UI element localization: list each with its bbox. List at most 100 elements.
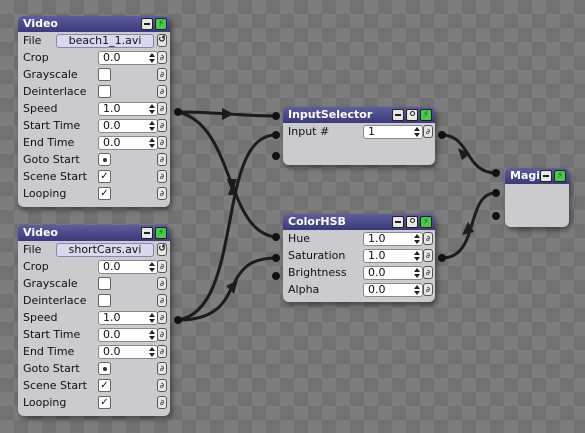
number-field[interactable]: 0.0 bbox=[98, 260, 158, 274]
link-chain-icon[interactable]: ∂ bbox=[157, 170, 167, 183]
node-title-bar[interactable]: Video ⚡ bbox=[18, 225, 170, 241]
port-inputselector-in3 bbox=[272, 152, 280, 160]
link-chain-icon[interactable]: ∂ bbox=[157, 362, 167, 375]
link-chain-icon[interactable]: ∂ bbox=[157, 379, 167, 392]
number-field[interactable]: 1.0 bbox=[363, 232, 423, 246]
link-chain-icon[interactable]: ∂ bbox=[157, 311, 167, 324]
number-value: 0.0 bbox=[103, 328, 121, 341]
minimize-icon[interactable] bbox=[392, 109, 404, 121]
checkbox[interactable]: ✓ bbox=[98, 379, 111, 392]
spinner-icon[interactable] bbox=[149, 137, 155, 149]
port-magic-in2 bbox=[492, 189, 500, 197]
inputselector-node[interactable]: InputSelector ⚡ Input # 1 ∂ bbox=[283, 107, 435, 165]
param-label: Alpha bbox=[288, 283, 320, 296]
spinner-icon[interactable] bbox=[149, 103, 155, 115]
node-title-bar[interactable]: Video ⚡ bbox=[18, 16, 170, 32]
number-value: 1.0 bbox=[368, 249, 386, 262]
param-label: Scene Start bbox=[23, 170, 87, 183]
number-field[interactable]: 0.0 bbox=[98, 345, 158, 359]
power-bolt-icon[interactable]: ⚡ bbox=[155, 18, 167, 30]
minimize-icon[interactable] bbox=[392, 216, 404, 228]
number-field[interactable]: 0.0 bbox=[98, 51, 158, 65]
power-bolt-icon[interactable]: ⚡ bbox=[420, 109, 432, 121]
link-chain-icon[interactable]: ∂ bbox=[157, 85, 167, 98]
input-number-value: 1 bbox=[368, 125, 375, 138]
node-title-bar[interactable]: Magic ⚡ bbox=[505, 168, 569, 184]
number-field[interactable]: 1.0 bbox=[363, 249, 423, 263]
spinner-icon[interactable] bbox=[414, 233, 420, 245]
number-field[interactable]: 0.0 bbox=[98, 328, 158, 342]
arrow-icon bbox=[458, 148, 470, 160]
spinner-icon[interactable] bbox=[149, 346, 155, 358]
param-label: Grayscale bbox=[23, 68, 78, 81]
trigger-button[interactable] bbox=[98, 153, 111, 166]
link-chain-icon[interactable]: ∂ bbox=[157, 51, 167, 64]
link-chain-icon[interactable]: ∂ bbox=[157, 136, 167, 149]
spinner-icon[interactable] bbox=[414, 284, 420, 296]
input-number-field[interactable]: 1 bbox=[363, 125, 423, 139]
link-chain-icon[interactable]: ∂ bbox=[157, 187, 167, 200]
number-field[interactable]: 1.0 bbox=[98, 102, 158, 116]
number-field[interactable]: 0.0 bbox=[98, 136, 158, 150]
spinner-icon[interactable] bbox=[149, 52, 155, 64]
file-selector-field[interactable]: shortCars.avi bbox=[56, 243, 154, 257]
link-chain-icon[interactable]: ∂ bbox=[157, 260, 167, 273]
video-node-2[interactable]: Video ⚡ File shortCars.avi ↺ Crop 0.0 ∂ Graysc… bbox=[18, 225, 170, 416]
refresh-icon[interactable]: ↺ bbox=[157, 243, 167, 256]
spinner-icon[interactable] bbox=[149, 312, 155, 324]
link-chain-icon[interactable]: ∂ bbox=[157, 396, 167, 409]
link-chain-icon[interactable]: ∂ bbox=[157, 294, 167, 307]
spinner-icon[interactable] bbox=[414, 267, 420, 279]
port-colorhsb-bri bbox=[272, 272, 280, 280]
link-chain-icon[interactable]: ∂ bbox=[157, 68, 167, 81]
checkbox[interactable] bbox=[98, 277, 111, 290]
file-selector-field[interactable]: beach1_1.avi bbox=[56, 34, 154, 48]
power-bolt-icon[interactable]: ⚡ bbox=[420, 216, 432, 228]
minimize-icon[interactable] bbox=[540, 170, 552, 182]
minimize-icon[interactable] bbox=[141, 227, 153, 239]
spinner-icon[interactable] bbox=[149, 261, 155, 273]
param-label: Start Time bbox=[23, 119, 81, 132]
power-bolt-icon[interactable]: ⚡ bbox=[155, 227, 167, 239]
number-field[interactable]: 0.0 bbox=[363, 266, 423, 280]
port-inputselector-in2 bbox=[272, 131, 280, 139]
spinner-icon[interactable] bbox=[149, 329, 155, 341]
trigger-button[interactable] bbox=[98, 362, 111, 375]
link-chain-icon[interactable]: ∂ bbox=[157, 102, 167, 115]
colorhsb-node[interactable]: ColorHSB ⚡ Hue 1.0 ∂ Saturation 1.0 ∂ Brightne… bbox=[283, 214, 435, 302]
magic-node[interactable]: Magic ⚡ bbox=[505, 168, 569, 227]
link-chain-icon[interactable]: ∂ bbox=[423, 232, 433, 245]
checkbox[interactable] bbox=[98, 85, 111, 98]
video-node-1[interactable]: Video ⚡ File beach1_1.avi ↺ Crop 0.0 ∂ Graysca… bbox=[18, 16, 170, 207]
bypass-circle-icon[interactable] bbox=[406, 109, 418, 121]
number-field[interactable]: 0.0 bbox=[363, 283, 423, 297]
number-field[interactable]: 1.0 bbox=[98, 311, 158, 325]
power-bolt-icon[interactable]: ⚡ bbox=[554, 170, 566, 182]
link-chain-icon[interactable]: ∂ bbox=[157, 153, 167, 166]
param-label: Hue bbox=[288, 232, 311, 245]
node-title-bar[interactable]: InputSelector ⚡ bbox=[283, 107, 435, 123]
link-chain-icon[interactable]: ∂ bbox=[157, 277, 167, 290]
bypass-circle-icon[interactable] bbox=[406, 216, 418, 228]
link-chain-icon[interactable]: ∂ bbox=[423, 125, 433, 138]
link-chain-icon[interactable]: ∂ bbox=[157, 119, 167, 132]
link-chain-icon[interactable]: ∂ bbox=[423, 249, 433, 262]
checkbox[interactable]: ✓ bbox=[98, 170, 111, 183]
link-chain-icon[interactable]: ∂ bbox=[423, 283, 433, 296]
minimize-icon[interactable] bbox=[141, 18, 153, 30]
link-chain-icon[interactable]: ∂ bbox=[157, 345, 167, 358]
checkbox[interactable]: ✓ bbox=[98, 187, 111, 200]
checkbox[interactable] bbox=[98, 294, 111, 307]
link-chain-icon[interactable]: ∂ bbox=[423, 266, 433, 279]
spinner-icon[interactable] bbox=[414, 126, 420, 138]
param-label: Looping bbox=[23, 187, 67, 200]
node-title-bar[interactable]: ColorHSB ⚡ bbox=[283, 214, 435, 230]
spinner-icon[interactable] bbox=[414, 250, 420, 262]
param-label: Goto Start bbox=[23, 362, 80, 375]
number-field[interactable]: 0.0 bbox=[98, 119, 158, 133]
spinner-icon[interactable] bbox=[149, 120, 155, 132]
refresh-icon[interactable]: ↺ bbox=[157, 34, 167, 47]
checkbox[interactable]: ✓ bbox=[98, 396, 111, 409]
checkbox[interactable] bbox=[98, 68, 111, 81]
link-chain-icon[interactable]: ∂ bbox=[157, 328, 167, 341]
